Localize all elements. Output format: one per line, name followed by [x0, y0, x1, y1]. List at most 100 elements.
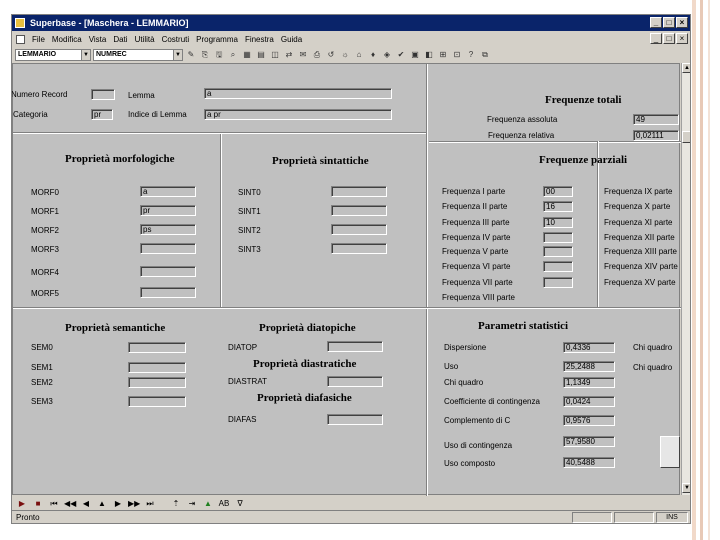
sort-ab-icon[interactable]: AB — [218, 498, 230, 509]
frequenza-parte-field[interactable] — [543, 277, 573, 288]
list-view-icon[interactable]: ▤ — [255, 49, 267, 60]
diafas-field[interactable] — [327, 414, 383, 425]
parametro-field[interactable]: 57,9580 — [563, 436, 615, 447]
first-record-icon[interactable]: ⏮ — [48, 498, 60, 509]
sint-field[interactable] — [331, 243, 387, 254]
save-icon[interactable]: 🖫 — [213, 49, 225, 60]
scroll-down-icon[interactable]: ▼ — [682, 483, 690, 493]
previous-record-icon[interactable]: ◀ — [80, 498, 92, 509]
frequenza-parte-field[interactable] — [543, 232, 573, 243]
diastrat-field[interactable] — [327, 376, 383, 387]
sem-field[interactable] — [128, 396, 186, 407]
grid-icon[interactable]: ⊞ — [437, 49, 449, 60]
copy-icon[interactable]: ⎘ — [199, 49, 211, 60]
lemma-field[interactable]: a — [204, 88, 392, 99]
indice-lemma-field[interactable]: a pr — [204, 109, 392, 120]
stop-icon[interactable]: ■ — [32, 498, 44, 509]
home-icon[interactable]: ⌂ — [353, 49, 365, 60]
numero-record-field[interactable] — [91, 89, 115, 100]
chevron-down-icon[interactable]: ▼ — [173, 49, 182, 60]
frequenza-parte-field[interactable] — [543, 246, 573, 257]
morf-field[interactable] — [140, 243, 196, 254]
edit-icon[interactable]: ✎ — [185, 49, 197, 60]
menu-dati[interactable]: Dati — [113, 35, 127, 44]
help-icon[interactable]: ? — [465, 49, 477, 60]
minimize-button[interactable]: _ — [650, 17, 662, 28]
menu-file[interactable]: File — [32, 35, 45, 44]
chevron-down-icon[interactable]: ▼ — [81, 49, 90, 60]
mdi-maximize-button[interactable]: □ — [663, 33, 675, 44]
file-combo[interactable]: LEMMARIO ▼ — [15, 48, 91, 61]
fast-forward-icon[interactable]: ▶▶ — [128, 498, 140, 509]
scroll-thumb[interactable] — [682, 131, 690, 143]
current-record-icon[interactable]: ▲ — [96, 498, 108, 509]
menu-costruti[interactable]: Costruti — [162, 35, 190, 44]
search-icon[interactable]: ⌕ — [227, 49, 239, 60]
menu-finestra[interactable]: Finestra — [245, 35, 274, 44]
menu-vista[interactable]: Vista — [89, 35, 107, 44]
diatop-field[interactable] — [327, 341, 383, 352]
field-combo[interactable]: NUMREC ▼ — [93, 48, 183, 61]
form-view-icon[interactable]: ◫ — [269, 49, 281, 60]
sort-up-icon[interactable]: ▲ — [202, 498, 214, 509]
layout-icon[interactable]: ◧ — [423, 49, 435, 60]
report-icon[interactable]: ▣ — [409, 49, 421, 60]
morf-field[interactable] — [140, 287, 196, 298]
menu-guida[interactable]: Guida — [281, 35, 302, 44]
side-button[interactable] — [660, 436, 680, 468]
parametro-label: Chi quadro — [444, 378, 484, 387]
frequenza-relativa-field[interactable]: 0,02111 — [633, 130, 679, 141]
frame-icon[interactable]: ⊡ — [451, 49, 463, 60]
morf-field[interactable] — [140, 266, 196, 277]
frequenza-assoluta-field[interactable]: 49 — [633, 114, 679, 125]
filter-icon[interactable]: ◈ — [381, 49, 393, 60]
sem-label: SEM3 — [31, 397, 53, 406]
play-icon[interactable]: ▶ — [16, 498, 28, 509]
next-record-icon[interactable]: ▶ — [112, 498, 124, 509]
sint-field[interactable] — [331, 186, 387, 197]
morf-field[interactable]: pr — [140, 205, 196, 216]
scroll-up-icon[interactable]: ▲ — [682, 63, 690, 73]
frequenza-parte-field[interactable]: 10 — [543, 217, 573, 228]
categoria-field[interactable]: pr — [91, 109, 113, 120]
mdi-minimize-button[interactable]: _ — [650, 33, 662, 44]
query-icon[interactable]: ⇡ — [170, 498, 182, 509]
parametro-field[interactable]: 0,4336 — [563, 342, 615, 353]
filter-down-icon[interactable]: ∇ — [234, 498, 246, 509]
sem-field[interactable] — [128, 342, 186, 353]
maximize-button[interactable]: □ — [663, 17, 675, 28]
print-icon[interactable]: ⎙ — [311, 49, 323, 60]
mdi-close-button[interactable]: × — [676, 33, 688, 44]
vertical-scrollbar[interactable]: ▲ ▼ — [681, 63, 690, 495]
menu-utilita[interactable]: Utilità — [135, 35, 155, 44]
swap-icon[interactable]: ⇄ — [283, 49, 295, 60]
parametro-field[interactable]: 25,2488 — [563, 361, 615, 372]
menu-programma[interactable]: Programma — [196, 35, 238, 44]
sint-field[interactable] — [331, 205, 387, 216]
frequenza-parte-field[interactable]: 16 — [543, 201, 573, 212]
rewind-icon[interactable]: ◀◀ — [64, 498, 76, 509]
morf-field[interactable]: ps — [140, 224, 196, 235]
equals-icon[interactable]: ⇥ — [186, 498, 198, 509]
sem-field[interactable] — [128, 377, 186, 388]
mail-icon[interactable]: ✉ — [297, 49, 309, 60]
indice-lemma-label: Indice di Lemma — [128, 110, 187, 119]
sem-field[interactable] — [128, 362, 186, 373]
close-button[interactable]: × — [676, 17, 688, 28]
diamond-icon[interactable]: ♦ — [367, 49, 379, 60]
refresh-icon[interactable]: ↺ — [325, 49, 337, 60]
menu-modifica[interactable]: Modifica — [52, 35, 82, 44]
windows-icon[interactable]: ⧉ — [479, 49, 491, 60]
parametro-field[interactable]: 0,9576 — [563, 415, 615, 426]
morf-field[interactable]: a — [140, 186, 196, 197]
frequenza-parte-field[interactable] — [543, 261, 573, 272]
frequenza-parte-field[interactable]: 00 — [543, 186, 573, 197]
parametro-field[interactable]: 40,5488 — [563, 457, 615, 468]
check-icon[interactable]: ✔ — [395, 49, 407, 60]
sint-field[interactable] — [331, 224, 387, 235]
parametro-field[interactable]: 0,0424 — [563, 396, 615, 407]
last-record-icon[interactable]: ⏭ — [144, 498, 156, 509]
table-view-icon[interactable]: ▦ — [241, 49, 253, 60]
settings-icon[interactable]: ☼ — [339, 49, 351, 60]
parametro-field[interactable]: 1,1349 — [563, 377, 615, 388]
